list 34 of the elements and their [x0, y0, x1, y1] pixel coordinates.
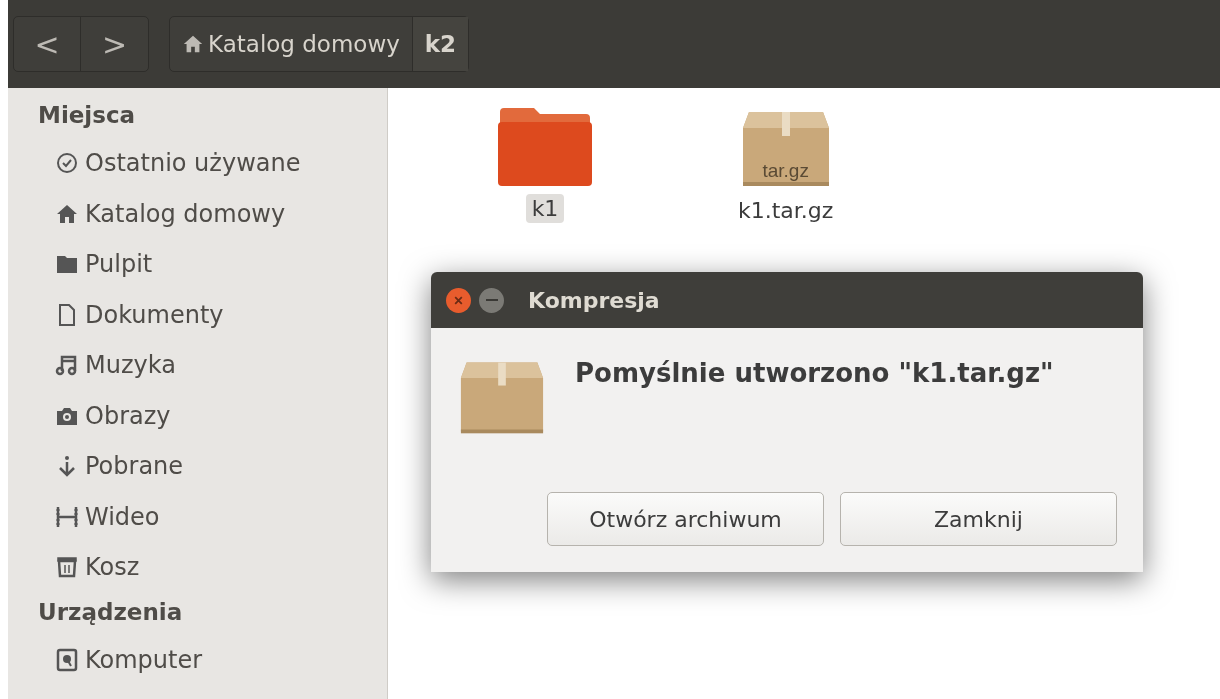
- sidebar-item[interactable]: Kosz: [85, 553, 140, 582]
- sidebar-item[interactable]: Dokumenty: [85, 300, 224, 329]
- close-icon: [453, 294, 464, 306]
- file-name[interactable]: k1: [525, 194, 565, 223]
- sidebar-item[interactable]: Obrazy: [85, 401, 171, 430]
- file-type-label: tar.gz: [761, 160, 810, 182]
- sidebar-item[interactable]: Ostatnio używane: [85, 149, 301, 178]
- back-button[interactable]: <: [14, 17, 81, 71]
- sidebar-item[interactable]: Komputer: [85, 645, 203, 674]
- sidebar-item[interactable]: Katalog domowy: [85, 199, 286, 228]
- section-heading: Miejsca: [37, 101, 137, 130]
- clock-icon: [55, 151, 79, 176]
- file-name[interactable]: k1.tar.gz: [732, 196, 840, 225]
- drive-icon: [55, 647, 79, 672]
- minimize-icon: [485, 298, 498, 302]
- dialog-title: Kompresja: [528, 287, 660, 313]
- close-button[interactable]: [446, 287, 471, 313]
- path-button[interactable]: k2: [412, 17, 469, 71]
- dialog-button[interactable]: Otwórz archiwum: [547, 492, 824, 546]
- dialog-message: Pomyślnie utworzono "k1.tar.gz": [575, 358, 1054, 390]
- folder-icon: [498, 108, 592, 186]
- section-heading: Urządzenia: [37, 597, 184, 627]
- sidebar-item[interactable]: Pobrane: [85, 452, 184, 481]
- minimize-button[interactable]: [479, 287, 504, 313]
- dialog-button[interactable]: Zamknij: [840, 492, 1117, 546]
- sidebar-item[interactable]: Muzyka: [85, 351, 176, 380]
- trash-icon: [55, 555, 79, 580]
- home-icon: [182, 33, 204, 55]
- sidebar-item[interactable]: Pulpit: [85, 250, 153, 279]
- film-icon: [55, 504, 79, 529]
- music-icon: [55, 353, 79, 378]
- forward-button[interactable]: >: [81, 17, 148, 71]
- path-button[interactable]: Katalog domowy: [170, 17, 413, 71]
- sidebar-item[interactable]: Wideo: [85, 502, 160, 531]
